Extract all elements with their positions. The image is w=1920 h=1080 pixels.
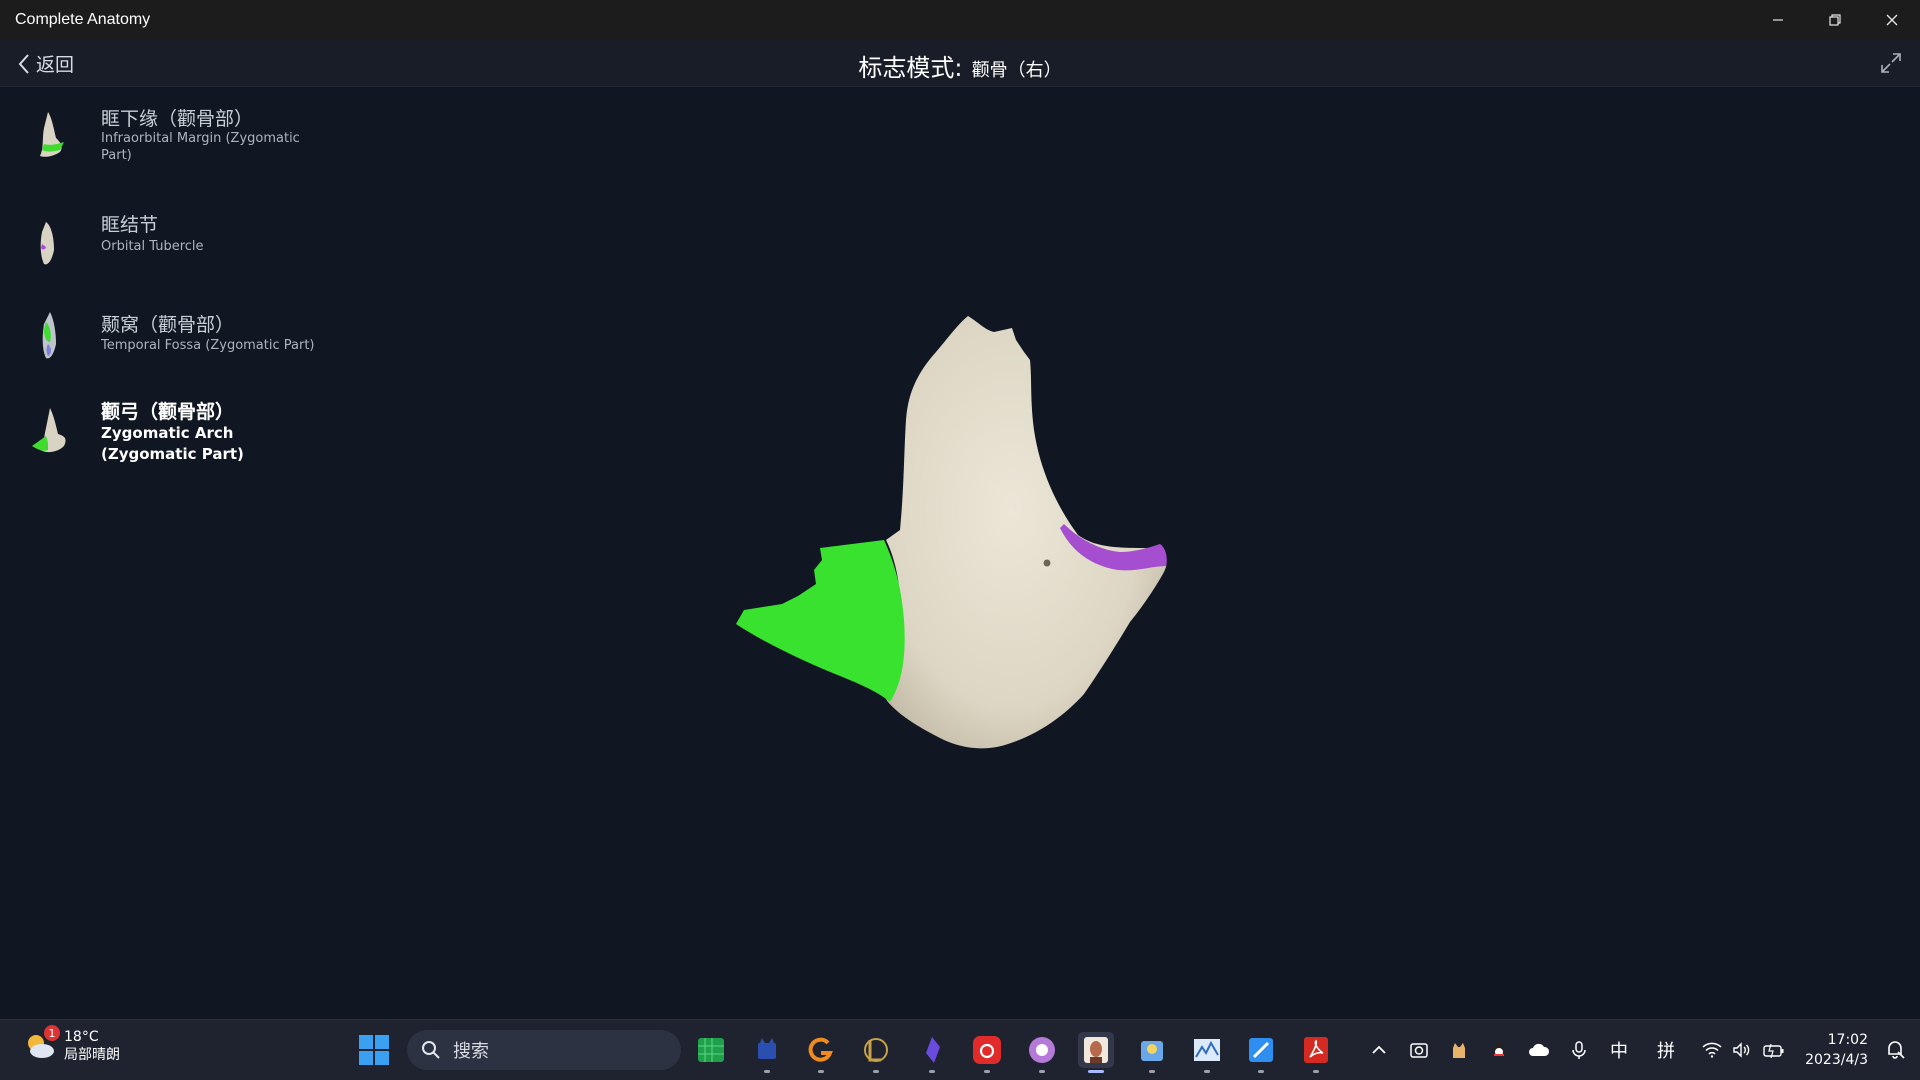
clock-time: 17:02 xyxy=(1827,1032,1868,1048)
weather-condition: 局部晴朗 xyxy=(64,1047,120,1063)
paint-app-icon[interactable] xyxy=(1243,1032,1279,1073)
page-title: 标志模式: 颧骨（右） xyxy=(0,48,1920,83)
restore-button[interactable] xyxy=(1806,0,1863,40)
crystal-app-icon[interactable] xyxy=(914,1032,950,1073)
chevron-up-icon[interactable] xyxy=(1367,1038,1391,1062)
weather-icon: 1 xyxy=(22,1025,60,1063)
pdf-app-icon[interactable] xyxy=(1298,1032,1334,1073)
landmark-en-label: Temporal Fossa (Zygomatic Part) xyxy=(101,338,315,353)
cat-app-icon[interactable] xyxy=(749,1032,785,1073)
weather-temperature: 18°C xyxy=(64,1029,99,1045)
netease-music-app-icon[interactable] xyxy=(969,1032,1005,1073)
window-controls xyxy=(1749,0,1920,40)
bone-thumbnail-icon xyxy=(40,222,54,265)
ime-language-indicator[interactable]: 中 xyxy=(1607,1038,1631,1062)
cloud-tray-icon[interactable] xyxy=(1527,1038,1551,1062)
zygomatic-arch-highlight xyxy=(736,540,905,702)
qq-tray-icon[interactable] xyxy=(1487,1038,1511,1062)
weather-widget[interactable]: 1 18°C 局部晴朗 xyxy=(22,1025,120,1064)
landmark-zh-label: 眶结节 xyxy=(101,214,159,236)
landmark-list: 眶下缘（颧骨部） Infraorbital Margin (Zygomatic … xyxy=(0,90,330,488)
landmark-zh-label: 颞窝（颧骨部） xyxy=(101,314,235,336)
chat-app-icon[interactable] xyxy=(1024,1032,1060,1073)
window-title: Complete Anatomy xyxy=(15,11,151,28)
bone-thumbnail-icon xyxy=(40,112,64,157)
cat-tray-icon[interactable] xyxy=(1447,1038,1471,1062)
landmark-en-label: Orbital Tubercle xyxy=(101,239,204,254)
volume-icon[interactable] xyxy=(1730,1038,1754,1062)
search-icon xyxy=(422,1041,440,1059)
3d-viewport[interactable] xyxy=(330,87,1920,1017)
landmark-item-orbital-tubercle[interactable]: 眶结节 Orbital Tubercle xyxy=(0,198,330,298)
app-header: 返回 标志模式: 颧骨（右） xyxy=(0,40,1920,87)
close-button[interactable] xyxy=(1863,0,1920,40)
landmark-en-label: Zygomatic Arch (Zygomatic Part) xyxy=(101,424,244,463)
close-icon xyxy=(1886,14,1897,26)
zygomaticofacial-foramen xyxy=(1043,559,1051,567)
expand-icon[interactable] xyxy=(1878,50,1904,76)
window-titlebar: Complete Anatomy xyxy=(0,0,1920,40)
landmark-en-label: Infraorbital Margin (Zygomatic Part) xyxy=(101,131,300,163)
ime-mode-indicator[interactable]: 拼 xyxy=(1654,1038,1678,1062)
grammar-app-icon[interactable] xyxy=(803,1032,839,1073)
landmark-zh-label: 眶下缘（颧骨部） xyxy=(101,108,254,130)
bone-label: 颧骨（右） xyxy=(971,60,1062,81)
bone-thumbnail-icon xyxy=(42,312,56,359)
battery-icon[interactable] xyxy=(1762,1038,1786,1062)
photo-app-icon[interactable] xyxy=(1134,1032,1170,1073)
search-placeholder: 搜索 xyxy=(453,1041,489,1062)
spreadsheet-app-icon[interactable] xyxy=(693,1032,729,1068)
microphone-icon[interactable] xyxy=(1567,1038,1591,1062)
windows-start-icon[interactable] xyxy=(358,1034,390,1066)
landmark-zh-label: 颧弓（颧骨部） xyxy=(101,401,235,423)
minimize-icon xyxy=(1772,19,1783,21)
clock-date: 2023/4/3 xyxy=(1805,1052,1868,1068)
camera-tray-icon[interactable] xyxy=(1407,1038,1431,1062)
minimize-button[interactable] xyxy=(1749,0,1806,40)
restore-icon xyxy=(1828,14,1841,26)
complete-anatomy-app-icon[interactable] xyxy=(1078,1032,1114,1073)
graph-app-icon[interactable] xyxy=(1189,1032,1225,1073)
wifi-icon[interactable] xyxy=(1700,1038,1724,1062)
bone-body xyxy=(883,316,1167,749)
notification-bell-icon[interactable] xyxy=(1884,1038,1906,1060)
weather-badge: 1 xyxy=(44,1025,60,1041)
bone-thumbnail-icon xyxy=(32,408,66,453)
landmark-item-temporal-fossa[interactable]: 颞窝（颧骨部） Temporal Fossa (Zygomatic Part) xyxy=(0,298,330,388)
system-clock[interactable]: 17:02 2023/4/3 xyxy=(1805,1030,1868,1070)
taskbar: 1 18°C 局部晴朗 搜索 中 拼 17:02 2023/4/3 xyxy=(0,1019,1920,1080)
league-app-icon[interactable] xyxy=(858,1032,894,1073)
taskbar-search[interactable]: 搜索 xyxy=(407,1030,681,1070)
mode-label: 标志模式: xyxy=(858,54,963,82)
landmark-item-zygomatic-arch[interactable]: 颧弓（颧骨部） Zygomatic Arch (Zygomatic Part) xyxy=(0,388,330,488)
zygomatic-bone-model[interactable] xyxy=(330,87,1920,1017)
landmark-item-infraorbital-margin[interactable]: 眶下缘（颧骨部） Infraorbital Margin (Zygomatic … xyxy=(0,90,330,198)
